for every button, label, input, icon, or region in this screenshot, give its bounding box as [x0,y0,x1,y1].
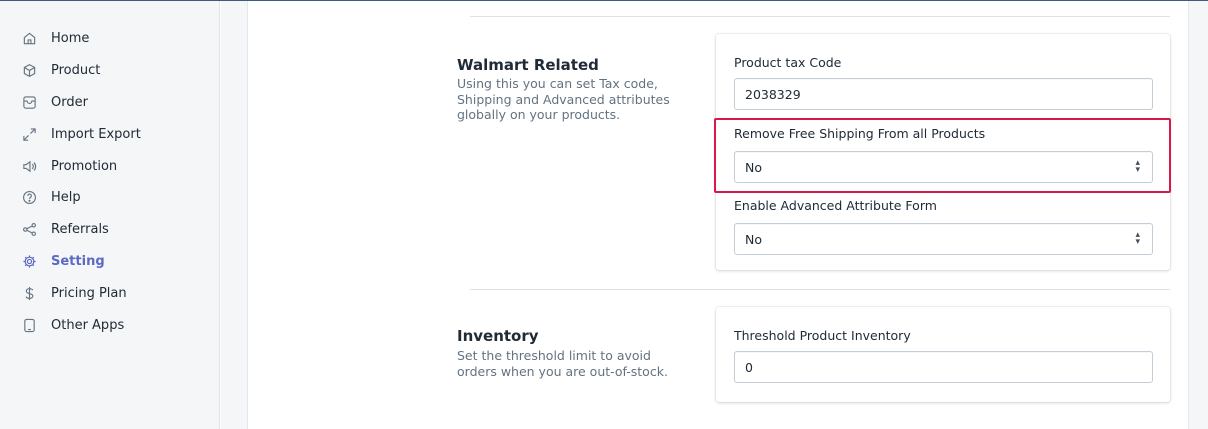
sidebar-item-label: Help [51,190,81,206]
sidebar-item-promotion[interactable]: Promotion [0,150,219,182]
inventory-section-title: Inventory [457,327,539,345]
sidebar-item-home[interactable]: Home [0,23,219,55]
walmart-section-title: Walmart Related [457,56,599,74]
mobile-icon [22,318,37,333]
sidebar-item-label: Order [51,94,88,110]
arrows-expand-icon [22,127,37,142]
inventory-settings-card: Threshold Product Inventory 0 [716,307,1170,402]
tax-code-value: 2038329 [745,86,801,102]
threshold-inventory-input[interactable]: 0 [734,351,1153,383]
select-arrows-icon: ▴ ▾ [1135,230,1140,247]
section-divider [470,16,1170,17]
sidebar-item-label: Promotion [51,158,118,174]
walmart-section-description: Using this you can set Tax code, Shippin… [457,76,670,122]
advanced-attribute-label: Enable Advanced Attribute Form [734,198,937,213]
sidebar-gutter [221,1,248,429]
question-circle-icon [22,190,37,205]
sidebar-item-label: Import Export [51,126,141,142]
sidebar: Home Product Order Import Export Promoti… [0,1,220,429]
megaphone-icon [22,159,37,174]
threshold-inventory-value: 0 [745,359,753,375]
tax-code-label: Product tax Code [734,55,842,70]
sidebar-item-label: Other Apps [51,317,125,333]
gear-icon [22,254,37,269]
sidebar-item-product[interactable]: Product [0,55,219,87]
sidebar-nav: Home Product Order Import Export Promoti… [0,1,219,341]
home-icon [22,31,37,46]
share-icon [22,222,37,237]
highlight-box [714,118,1171,193]
sidebar-item-help[interactable]: Help [0,182,219,214]
threshold-inventory-label: Threshold Product Inventory [734,328,911,343]
advanced-attribute-select[interactable]: No ▴ ▾ [734,223,1153,255]
sidebar-item-order[interactable]: Order [0,87,219,119]
right-gutter [1188,1,1208,429]
sidebar-item-pricing-plan[interactable]: Pricing Plan [0,277,219,309]
inbox-icon [22,95,37,110]
box-icon [22,63,37,78]
dollar-icon [22,286,37,301]
sidebar-item-other-apps[interactable]: Other Apps [0,309,219,341]
advanced-attribute-selected-value: No [745,231,762,247]
sidebar-item-label: Referrals [51,222,109,238]
tax-code-input[interactable]: 2038329 [734,78,1153,110]
sidebar-item-import-export[interactable]: Import Export [0,118,219,150]
sidebar-item-setting[interactable]: Setting [0,246,219,278]
settings-content: Walmart Related Using this you can set T… [248,1,1188,429]
sidebar-item-label: Pricing Plan [51,285,127,301]
sidebar-item-label: Setting [51,253,105,269]
section-divider [470,289,1170,290]
inventory-section-description: Set the threshold limit to avoid orders … [457,348,668,379]
sidebar-item-label: Product [51,63,101,79]
sidebar-item-label: Home [51,31,90,47]
sidebar-item-referrals[interactable]: Referrals [0,214,219,246]
